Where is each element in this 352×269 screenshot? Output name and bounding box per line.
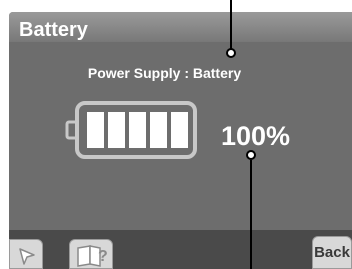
back-button[interactable]: Back bbox=[312, 236, 352, 269]
battery-screen: Battery Power Supply : Battery 100% ? Ba… bbox=[9, 12, 352, 269]
battery-segment bbox=[171, 112, 188, 148]
power-supply-status: Power Supply : Battery bbox=[87, 65, 242, 81]
callout-line-bottom bbox=[250, 160, 252, 269]
callout-dot-top bbox=[226, 48, 236, 58]
screen-title: Battery bbox=[19, 19, 88, 41]
battery-percent-label: 100% bbox=[221, 121, 291, 151]
battery-segment bbox=[108, 112, 125, 148]
pointer-arrow-icon bbox=[19, 248, 35, 265]
battery-indicator bbox=[65, 100, 199, 160]
svg-text:?: ? bbox=[98, 248, 108, 265]
back-button-label: Back bbox=[314, 244, 350, 261]
help-book-icon: ? bbox=[77, 245, 108, 267]
bottom-toolbar bbox=[9, 230, 352, 269]
title-bar: Battery bbox=[9, 12, 352, 42]
battery-icon bbox=[65, 101, 197, 159]
help-button[interactable]: ? bbox=[69, 239, 113, 269]
battery-segment bbox=[87, 112, 104, 148]
battery-segment bbox=[129, 112, 146, 148]
callout-dot-bottom bbox=[246, 150, 256, 160]
battery-segment bbox=[150, 112, 167, 148]
pointer-button[interactable] bbox=[9, 239, 43, 269]
callout-line-top bbox=[230, 0, 232, 52]
